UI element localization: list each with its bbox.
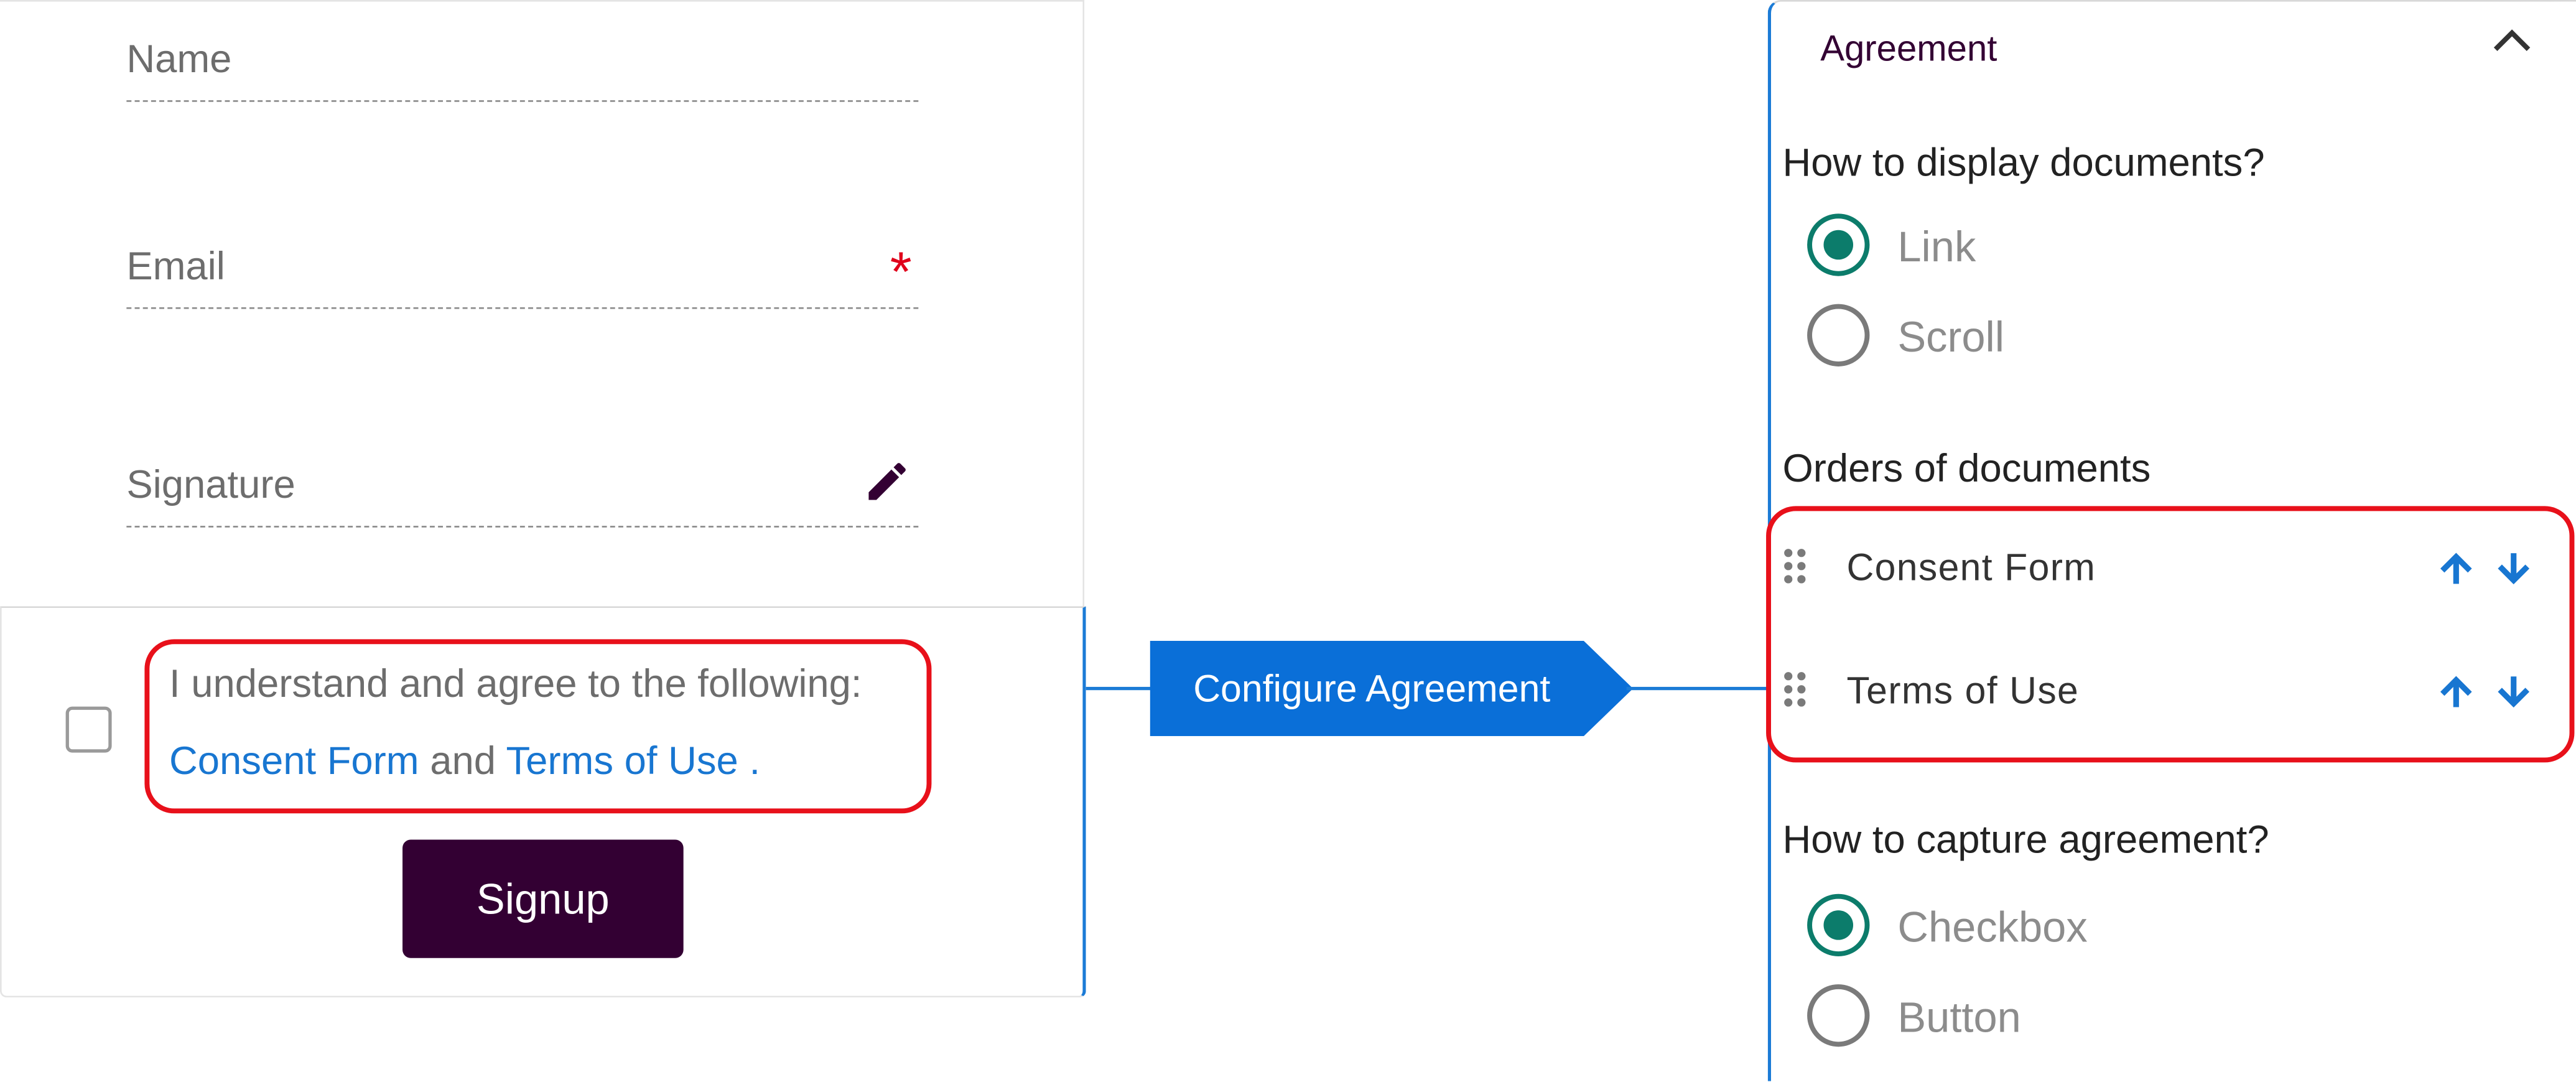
signup-button[interactable]: Signup: [402, 839, 684, 958]
email-field[interactable]: Email *: [126, 241, 919, 309]
drag-handle-icon[interactable]: [1784, 672, 1807, 708]
document-order-highlight: [1766, 506, 2575, 763]
connector-line-left: [1086, 686, 1152, 691]
required-asterisk: *: [890, 241, 912, 304]
radio-link-label: Link: [1897, 222, 1976, 271]
terminator-text: .: [749, 739, 761, 784]
name-field-label: Name: [126, 37, 232, 83]
connector-line-right: [1626, 686, 1771, 691]
arrow-down-icon[interactable]: [2492, 547, 2535, 590]
chevron-up-icon[interactable]: [2491, 23, 2534, 56]
radio-checkbox[interactable]: [1807, 893, 1870, 957]
order-heading: Orders of documents: [1782, 447, 2151, 492]
arrow-up-icon[interactable]: [2435, 547, 2478, 590]
pencil-icon[interactable]: [863, 457, 912, 506]
arrow-down-icon[interactable]: [2492, 671, 2535, 714]
document-item-consent-form: Consent Form: [1846, 545, 2096, 589]
consent-form-link[interactable]: Consent Form: [169, 739, 419, 783]
signature-field-label: Signature: [126, 463, 295, 508]
name-field[interactable]: Name: [126, 34, 919, 102]
conjunction-text: and: [430, 739, 496, 784]
agreement-text: I understand and agree to the following:: [169, 662, 862, 707]
configure-agreement-label: Configure Agreement: [1193, 666, 1551, 709]
panel-title: Agreement: [1820, 27, 1997, 69]
radio-button-label: Button: [1897, 992, 2021, 1042]
arrow-up-icon[interactable]: [2435, 671, 2478, 714]
radio-checkbox-label: Checkbox: [1897, 902, 2088, 952]
display-question: How to display documents?: [1782, 141, 2265, 186]
page-root: Name Email * Signature I understand and …: [0, 0, 2576, 1081]
terms-of-use-link[interactable]: Terms of Use: [506, 739, 738, 783]
agreement-document-links: Consent Form and Terms of Use .: [169, 739, 760, 785]
radio-link[interactable]: [1807, 213, 1870, 276]
agree-checkbox[interactable]: [65, 706, 112, 753]
email-field-label: Email: [126, 245, 225, 289]
capture-question: How to capture agreement?: [1782, 818, 2269, 863]
radio-scroll[interactable]: [1807, 304, 1870, 366]
signature-field[interactable]: Signature: [126, 457, 919, 528]
drag-handle-icon[interactable]: [1784, 549, 1807, 585]
radio-scroll-label: Scroll: [1897, 312, 2005, 362]
document-item-terms-of-use: Terms of Use: [1846, 668, 2080, 712]
radio-button[interactable]: [1807, 984, 1870, 1047]
